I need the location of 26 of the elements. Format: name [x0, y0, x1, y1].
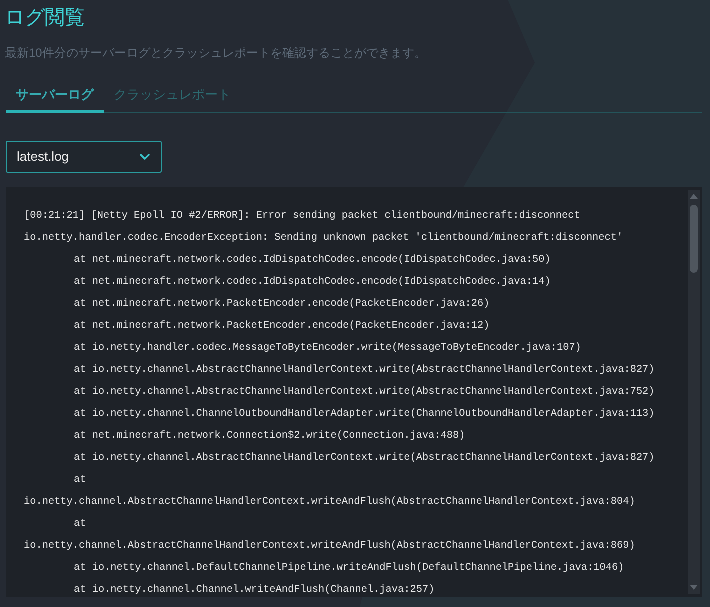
log-line: at [74, 474, 86, 488]
log-line: at io.netty.channel.Channel.writeAndFlush(Channel.java:257) [74, 584, 435, 597]
log-line: at net.minecraft.network.PacketEncoder.encode(PacketEncoder.java:26) [74, 298, 490, 312]
chevron-down-icon [140, 154, 150, 160]
page-title: ログ閲覧 [5, 6, 85, 30]
log-line: at io.netty.channel.AbstractChannelHandlerContext.write(AbstractChannelHandlerContext.java:827) [74, 452, 655, 466]
file-select-dropdown[interactable]: latest.log [6, 141, 162, 173]
log-line: io.netty.channel.AbstractChannelHandlerContext.writeAndFlush(AbstractChannelHandlerContext.java:804) [24, 496, 636, 510]
log-line: at net.minecraft.network.PacketEncoder.encode(PacketEncoder.java:12) [74, 320, 490, 334]
log-line: [00:21:21] [Netty Epoll IO #2/ERROR]: Error sending packet clientbound/minecraft:disconnect [24, 210, 580, 224]
down-arrow-icon[interactable] [690, 585, 698, 590]
log-line: at io.netty.handler.codec.MessageToByteEncoder.write(MessageToByteEncoder.java:107) [74, 342, 582, 356]
up-arrow-icon[interactable] [690, 194, 698, 199]
tab[interactable]: サーバーログ [6, 78, 104, 113]
log-line: at io.netty.channel.AbstractChannelHandlerContext.write(AbstractChannelHandlerContext.java:827) [74, 364, 655, 378]
page-description: 最新10件分のサーバーログとクラッシュレポートを確認することができます。 [5, 45, 426, 61]
log-line: at net.minecraft.network.codec.IdDispatchCodec.encode(IdDispatchCodec.java:50) [74, 254, 551, 268]
log-line: at [74, 518, 86, 532]
scrollbar-thumb[interactable] [690, 205, 698, 273]
log-line: at io.netty.channel.ChannelOutboundHandlerAdapter.write(ChannelOutboundHandlerAdapter.java:113) [74, 408, 655, 422]
log-line: at net.minecraft.network.Connection$2.write(Connection.java:488) [74, 430, 466, 444]
log-line: at net.minecraft.network.codec.IdDispatchCodec.encode(IdDispatchCodec.java:14) [74, 276, 551, 290]
log-line: at io.netty.channel.AbstractChannelHandlerContext.write(AbstractChannelHandlerContext.java:752) [74, 386, 655, 400]
log-line: at io.netty.channel.DefaultChannelPipeline.writeAndFlush(DefaultChannelPipeline.java:1046) [74, 562, 624, 576]
log-line: io.netty.handler.codec.EncoderException: Sending unknown packet 'clientbound/minecraft:disconnect' [24, 232, 624, 246]
log-line: io.netty.channel.AbstractChannelHandlerContext.writeAndFlush(AbstractChannelHandlerContext.java:869) [24, 540, 636, 554]
